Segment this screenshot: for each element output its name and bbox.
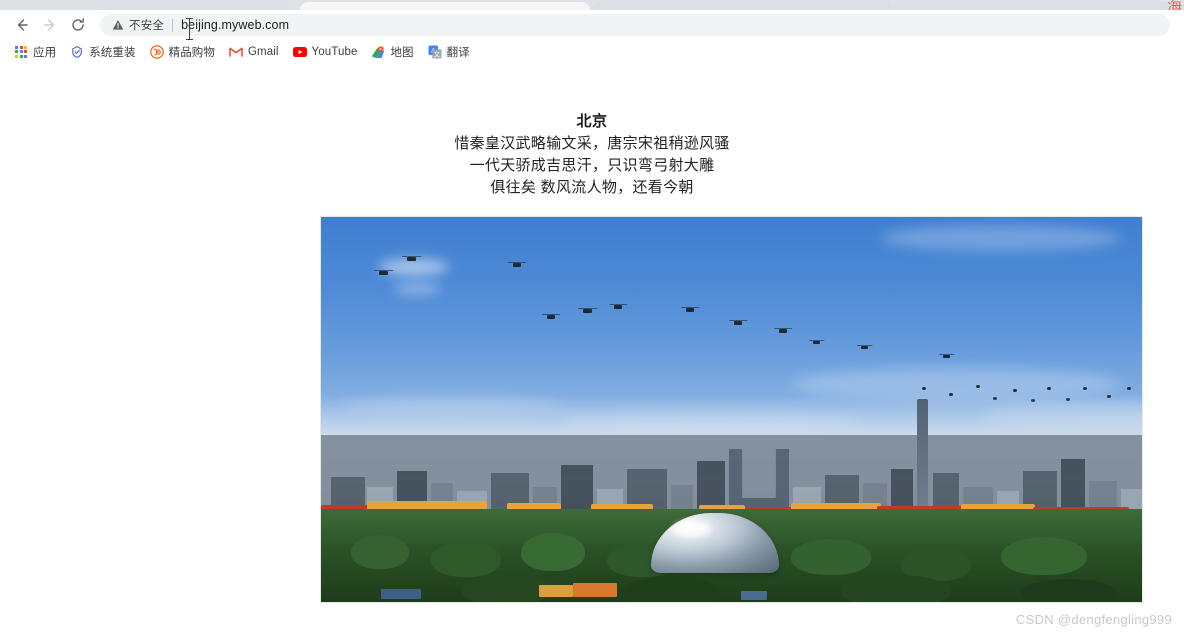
csdn-watermark: CSDN @dengfengling999 <box>1015 612 1172 627</box>
back-arrow-icon <box>17 19 28 31</box>
omnibox-divider <box>172 18 174 32</box>
tree <box>1021 579 1117 602</box>
tab-item[interactable] <box>0 2 290 10</box>
aircraft-dot <box>922 387 926 390</box>
helicopter <box>813 341 820 344</box>
tree <box>791 539 871 575</box>
bookmark-label: 翻译 <box>446 46 470 59</box>
google-translate-icon: A 文 <box>428 45 442 59</box>
aircraft-dot <box>1013 389 1017 392</box>
bookmark-label: 应用 <box>33 46 57 59</box>
reload-button[interactable] <box>64 11 92 39</box>
aircraft-dot <box>1083 387 1087 390</box>
tree <box>351 535 409 569</box>
cloud <box>379 259 449 275</box>
forward-arrow-icon <box>44 19 55 31</box>
ground-structure <box>381 589 421 599</box>
helicopter <box>513 263 521 267</box>
web-page-content: 北京 惜秦皇汉武略输文采，唐宗宋祖稍逊风骚 一代天骄成吉思汗，只识弯弓射大雕 俱… <box>0 63 1184 634</box>
helicopter <box>943 355 950 358</box>
aircraft-dot <box>1127 387 1131 390</box>
google-maps-icon <box>371 45 385 59</box>
bookmark-label: 系统重装 <box>89 46 136 59</box>
poem-block: 北京 惜秦皇汉武略输文采，唐宗宋祖稍逊风骚 一代天骄成吉思汗，只识弯弓射大雕 俱… <box>0 63 1184 199</box>
url-text: beijing.myweb.com <box>181 18 290 32</box>
bookmark-label: 精品购物 <box>168 46 216 59</box>
tab-favicon-icon: 海 <box>1166 0 1182 10</box>
youtube-icon <box>292 45 307 59</box>
poem-line-3: 俱往矣 数风流人物，还看今朝 <box>490 179 694 196</box>
bookmark-gmail[interactable]: Gmail <box>223 42 285 62</box>
cloud <box>881 225 1121 251</box>
china-zun-tower <box>917 399 928 517</box>
tree <box>621 577 721 602</box>
aircraft-dot <box>976 385 980 388</box>
helicopter <box>407 257 416 261</box>
reload-icon <box>72 18 84 31</box>
bookmark-label: Gmail <box>248 45 279 58</box>
helicopter <box>614 305 622 309</box>
helicopter <box>583 309 592 313</box>
tab-item[interactable] <box>894 2 1184 10</box>
aircraft-dot <box>1047 387 1051 390</box>
helicopter <box>547 315 555 319</box>
cloud <box>393 283 441 294</box>
tree <box>1001 537 1087 575</box>
helicopter <box>379 271 388 275</box>
system-reinstall-icon <box>70 45 84 59</box>
forward-button[interactable] <box>36 11 64 39</box>
bookmark-youtube[interactable]: YouTube <box>287 42 364 62</box>
bookmark-apps[interactable]: 应用 <box>8 42 62 62</box>
ground-structure <box>573 583 617 597</box>
helicopter <box>861 346 868 349</box>
tree <box>461 573 551 602</box>
apps-grid-icon <box>14 45 28 59</box>
bookmark-system-reinstall[interactable]: 系统重装 <box>64 42 141 62</box>
beijing-skyline-image <box>320 216 1143 603</box>
bookmarks-bar: 应用 系统重装 精品购物 Gmail YouTube 地图 文 翻译 <box>0 40 1184 64</box>
dome-highlight <box>673 521 711 537</box>
helicopter <box>734 321 742 325</box>
bookmark-translate[interactable]: A 文 翻译 <box>422 42 476 62</box>
bookmark-label: YouTube <box>311 45 358 58</box>
tree <box>431 541 501 577</box>
bookmark-label: 地图 <box>390 46 414 59</box>
tree <box>521 533 585 571</box>
bookmark-maps[interactable]: 地图 <box>365 42 419 62</box>
security-status-label: 不安全 <box>129 20 165 32</box>
helicopter <box>686 308 694 312</box>
poem-line-2: 一代天骄成吉思汗，只识弯弓射大雕 <box>469 157 715 174</box>
gmail-icon <box>229 45 243 59</box>
poem-line-1: 惜秦皇汉武略输文采，唐宗宋祖稍逊风骚 <box>454 135 730 152</box>
tab-item-active[interactable] <box>300 2 590 10</box>
page-title: 北京 <box>576 113 608 130</box>
tree <box>841 575 951 602</box>
helicopter <box>779 329 787 333</box>
taobao-icon <box>149 44 164 59</box>
browser-toolbar: 不安全 beijing.myweb.com <box>0 10 1184 40</box>
ground-structure <box>539 585 573 597</box>
back-button[interactable] <box>8 11 36 39</box>
ground-structure <box>741 591 767 600</box>
text-cursor <box>186 18 193 40</box>
tab-item[interactable] <box>592 2 892 10</box>
address-bar[interactable]: 不安全 beijing.myweb.com <box>100 14 1170 36</box>
not-secure-warning-icon <box>112 19 124 31</box>
svg-text:文: 文 <box>433 49 440 58</box>
bookmark-taobao[interactable]: 精品购物 <box>144 42 221 62</box>
tab-strip[interactable]: 海 <box>0 0 1184 10</box>
browser-window: 海 不安全 beijing.myweb.com 应用 系统重装 精品购物 Gma… <box>0 0 1184 634</box>
